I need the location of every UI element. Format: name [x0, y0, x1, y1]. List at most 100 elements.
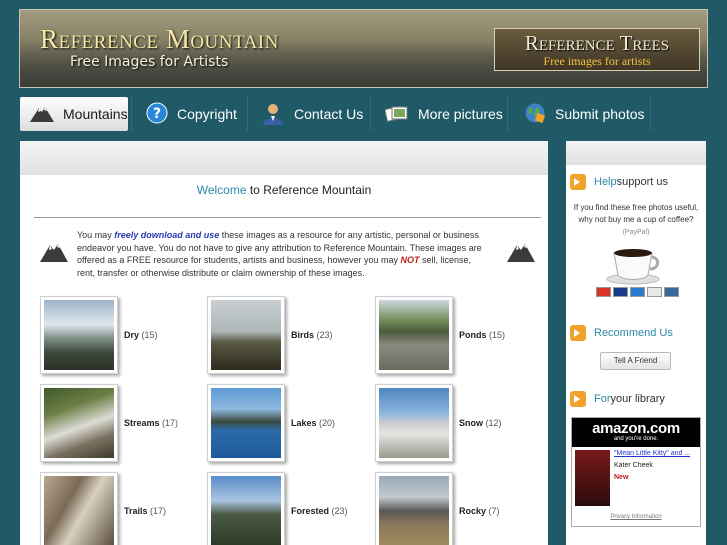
- reference-trees-banner[interactable]: Reference Trees Free images for artists: [494, 28, 700, 71]
- category-name: Snow: [459, 418, 483, 428]
- mountain-icon: [30, 104, 54, 125]
- category-name: Forested: [291, 506, 330, 516]
- category-count: (23): [316, 330, 333, 340]
- mastercard-icon: [596, 287, 611, 297]
- nav-item-submit-photos[interactable]: Submit photos: [524, 97, 652, 131]
- privacy-link[interactable]: Privacy Information: [572, 514, 700, 520]
- site-title[interactable]: Reference Mountain: [40, 24, 279, 55]
- arrow-right-icon: [570, 174, 586, 190]
- category-label[interactable]: Birds (23): [291, 330, 333, 340]
- category-label[interactable]: Snow (12): [459, 418, 502, 428]
- heading-text: your library: [610, 393, 665, 405]
- new-badge: New: [614, 474, 629, 481]
- nav-item-more-pictures[interactable]: More pictures: [384, 97, 507, 131]
- question-icon: ?: [146, 102, 168, 127]
- category-trails[interactable]: Trails (17): [40, 472, 166, 545]
- category-count: (12): [485, 418, 502, 428]
- thumbnail-image[interactable]: [40, 384, 118, 462]
- heading-text: Recommend Us: [594, 327, 673, 339]
- category-count: (23): [331, 506, 348, 516]
- category-label[interactable]: Forested (23): [291, 506, 348, 516]
- bank-icon: [664, 287, 679, 297]
- category-label[interactable]: Streams (17): [124, 418, 178, 428]
- thumbnail-image[interactable]: [375, 384, 453, 462]
- mountain-icon: [507, 240, 535, 267]
- photos-icon: [384, 103, 409, 126]
- intro-emphasis-free: freely download and use: [114, 230, 220, 240]
- welcome-highlight: Welcome: [196, 183, 247, 197]
- category-rocky[interactable]: Rocky (7): [375, 472, 500, 545]
- category-birds[interactable]: Birds (23): [207, 296, 333, 374]
- book-author: Kater Cheek: [614, 462, 653, 469]
- category-name: Trails: [124, 506, 148, 516]
- nav-divider: [131, 97, 132, 131]
- thumbnail-image[interactable]: [40, 472, 118, 545]
- paypal-label: (PayPal): [622, 229, 650, 236]
- sidebar-header-bar: [566, 141, 706, 165]
- arrow-right-icon: [570, 391, 586, 407]
- payment-cards: [596, 287, 679, 297]
- category-count: (20): [319, 418, 336, 428]
- thumbnail-image[interactable]: [207, 296, 285, 374]
- category-label[interactable]: Rocky (7): [459, 506, 500, 516]
- category-count: (17): [162, 418, 179, 428]
- nav-divider: [247, 97, 248, 131]
- category-name: Ponds: [459, 330, 487, 340]
- tell-a-friend-button[interactable]: Tell A Friend: [600, 352, 671, 370]
- category-label[interactable]: Ponds (15): [459, 330, 505, 340]
- category-count: (17): [150, 506, 167, 516]
- visa-icon: [613, 287, 628, 297]
- nav-item-mountains[interactable]: Mountains: [20, 97, 128, 131]
- nav-item-copyright[interactable]: ? Copyright: [146, 97, 246, 131]
- divider: [34, 217, 541, 218]
- book-link[interactable]: "Mean Little Kitty" and ...: [614, 450, 700, 457]
- welcome-text: to Reference Mountain: [246, 183, 372, 197]
- discover-icon: [647, 287, 662, 297]
- category-name: Dry: [124, 330, 140, 340]
- category-snow[interactable]: Snow (12): [375, 384, 502, 462]
- main-nav: Mountains ? Copyright Contact Us More pi…: [19, 97, 708, 131]
- thumbnail-image[interactable]: [207, 384, 285, 462]
- nav-label: Submit photos: [555, 106, 645, 122]
- category-count: (15): [141, 330, 158, 340]
- nav-item-contact[interactable]: Contact Us: [261, 97, 371, 131]
- recommend-heading: Recommend Us: [570, 325, 673, 341]
- nav-label: Copyright: [177, 106, 237, 122]
- main-content: Welcome to Reference Mountain You may fr…: [20, 141, 548, 545]
- category-forested[interactable]: Forested (23): [207, 472, 348, 545]
- category-ponds[interactable]: Ponds (15): [375, 296, 505, 374]
- category-name: Streams: [124, 418, 160, 428]
- intro-emphasis-not: NOT: [400, 255, 420, 265]
- thumbnail-image[interactable]: [207, 472, 285, 545]
- coffee-cup-icon[interactable]: [606, 243, 662, 290]
- amazon-logo: amazon.com: [592, 420, 680, 437]
- heading-highlight: For: [594, 393, 611, 405]
- thumbnail-image[interactable]: [375, 472, 453, 545]
- arrow-right-icon: [570, 325, 586, 341]
- category-label[interactable]: Dry (15): [124, 330, 158, 340]
- category-label[interactable]: Lakes (20): [291, 418, 335, 428]
- sidebar: Help support us If you find these free p…: [566, 141, 706, 545]
- category-name: Rocky: [459, 506, 487, 516]
- category-streams[interactable]: Streams (17): [40, 384, 178, 462]
- book-cover-image[interactable]: [575, 450, 610, 506]
- category-dry[interactable]: Dry (15): [40, 296, 158, 374]
- site-subtitle: Free Images for Artists: [70, 54, 229, 70]
- nav-divider: [370, 97, 371, 131]
- amex-icon: [630, 287, 645, 297]
- welcome-heading: Welcome to Reference Mountain: [20, 183, 548, 197]
- intro-text: You may freely download and use these im…: [77, 229, 489, 279]
- amazon-banner[interactable]: amazon.com and you're done.: [572, 418, 700, 447]
- category-lakes[interactable]: Lakes (20): [207, 384, 335, 462]
- category-count: (7): [488, 506, 500, 516]
- svg-text:?: ?: [153, 106, 161, 122]
- category-name: Birds: [291, 330, 315, 340]
- person-icon: [261, 101, 285, 128]
- category-label[interactable]: Trails (17): [124, 506, 166, 516]
- thumbnail-image[interactable]: [375, 296, 453, 374]
- globe-icon: [524, 102, 546, 127]
- mountain-icon: [40, 240, 68, 267]
- site-header: Reference Mountain Free Images for Artis…: [19, 9, 708, 88]
- help-text: If you find these free photos useful, wh…: [572, 202, 700, 239]
- thumbnail-image[interactable]: [40, 296, 118, 374]
